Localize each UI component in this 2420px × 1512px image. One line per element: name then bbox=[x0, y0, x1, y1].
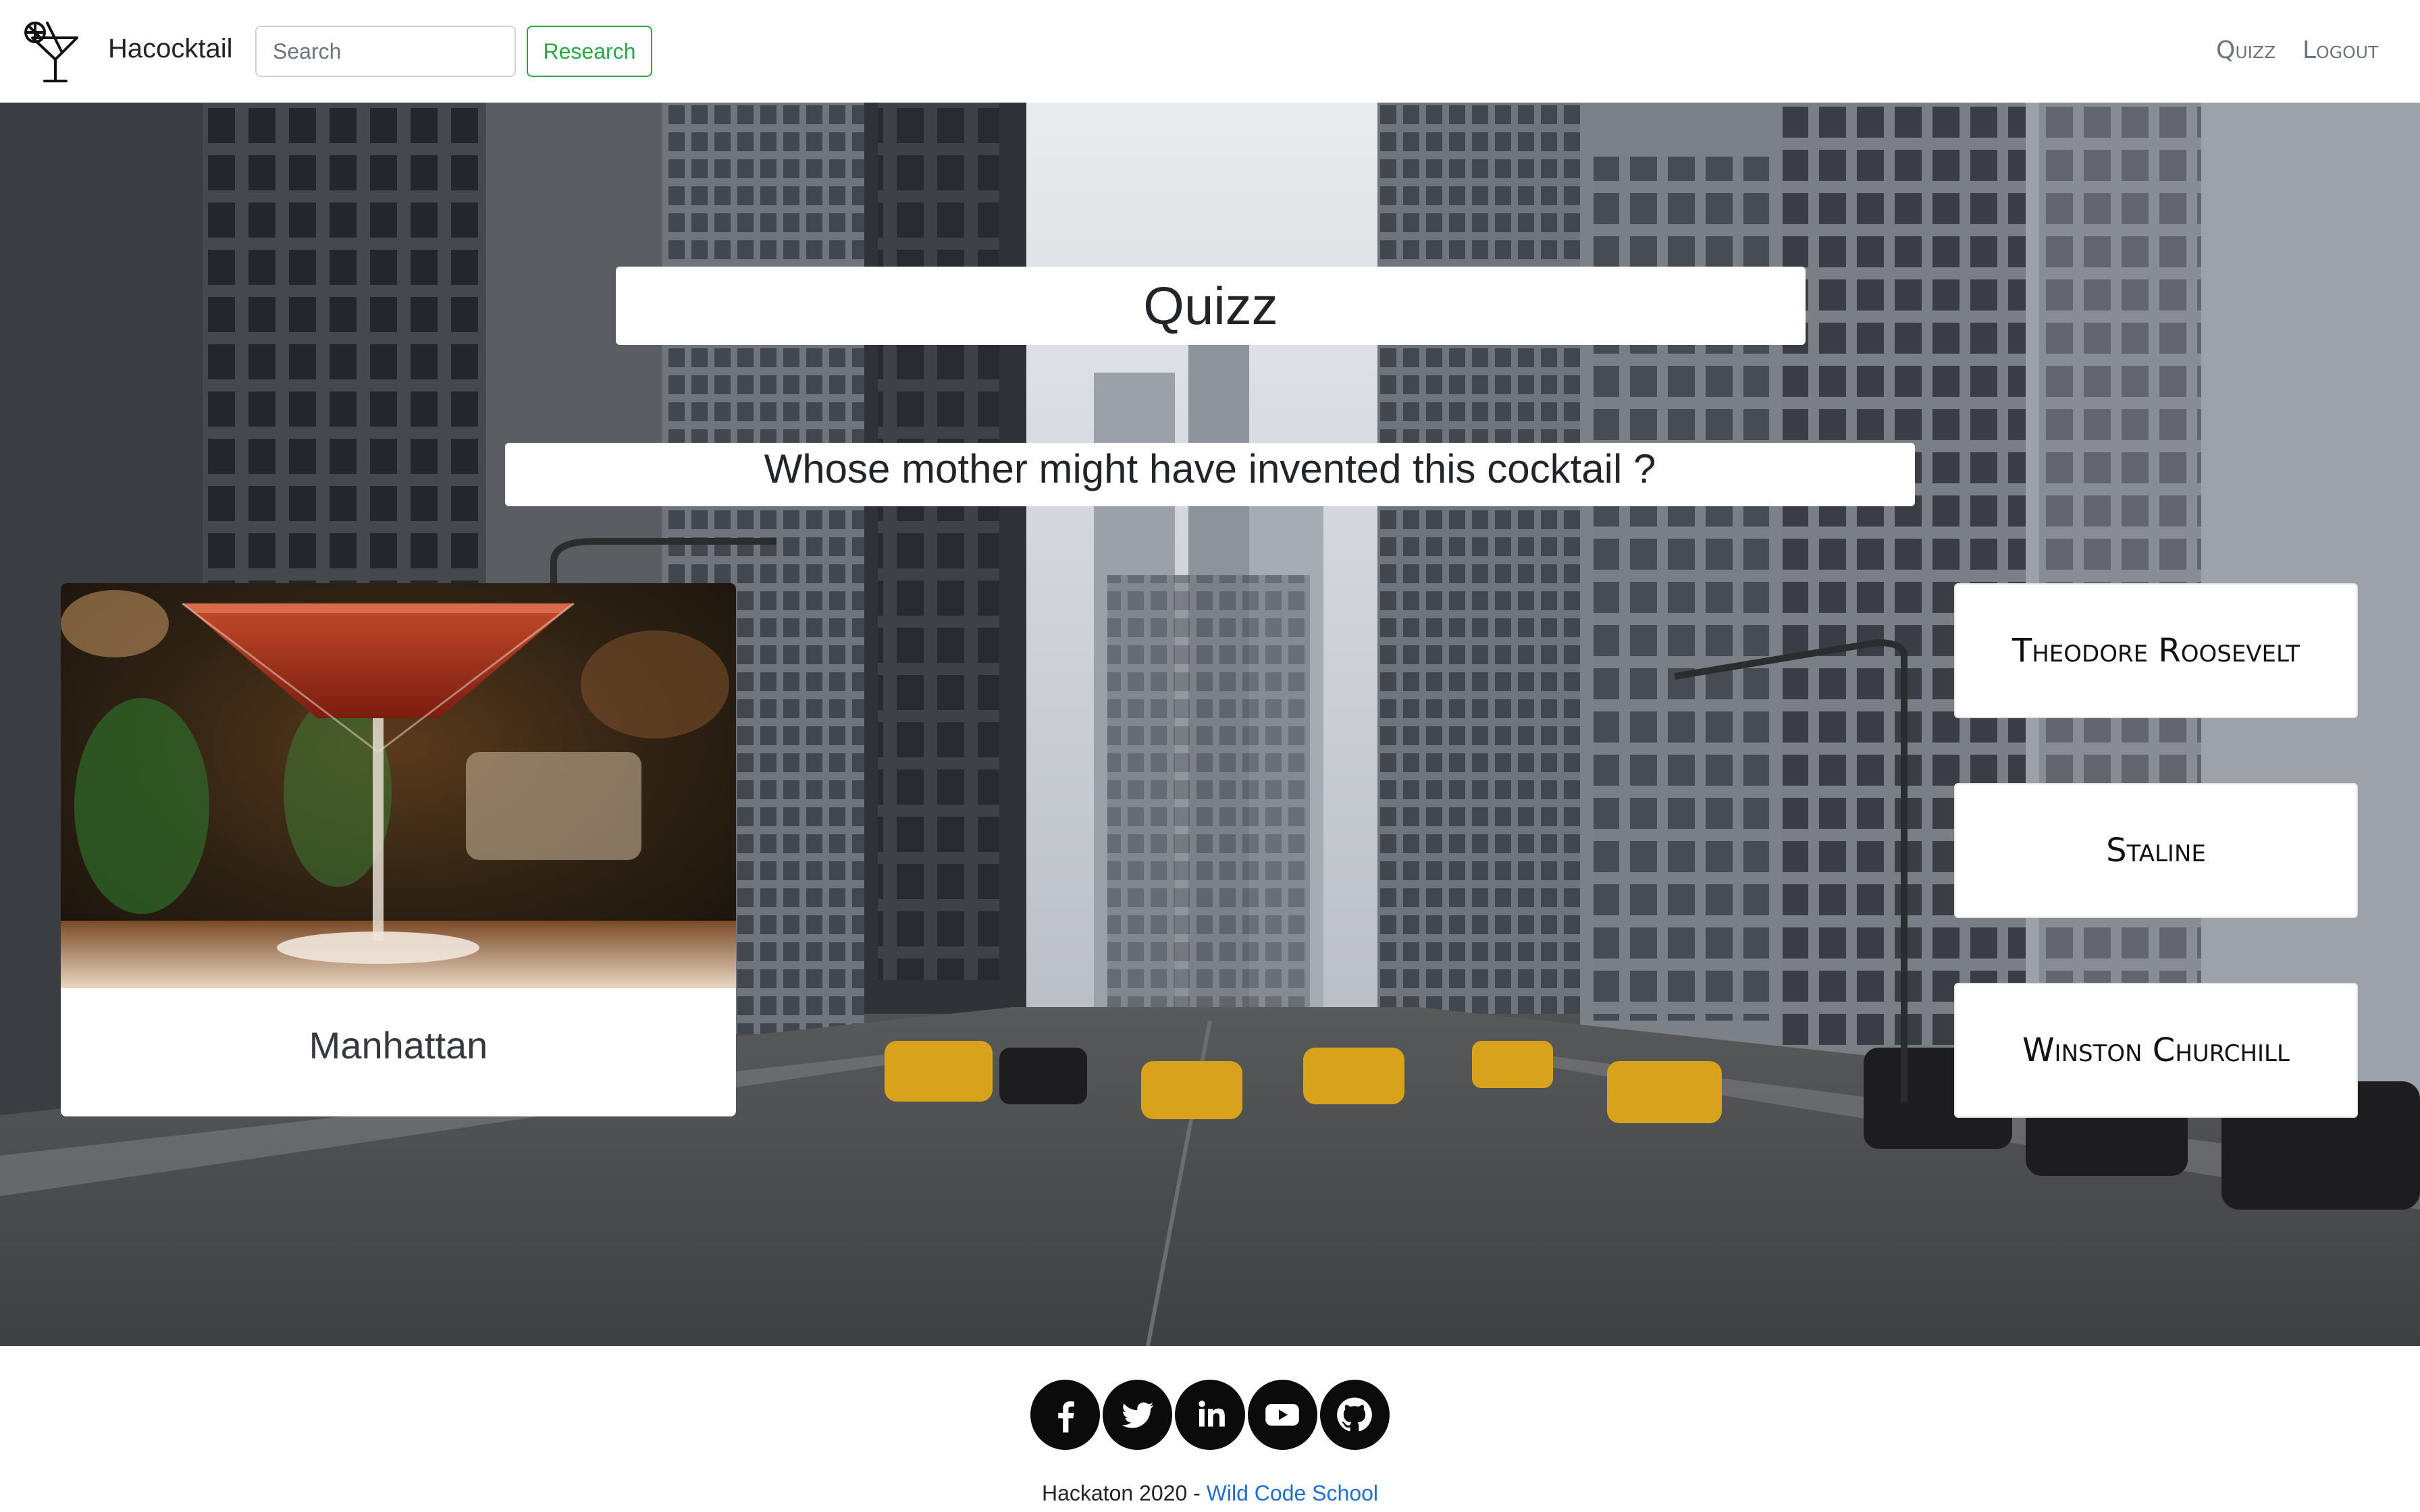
footer-copyright-prefix: Hackaton 2020 - bbox=[1041, 1481, 1207, 1505]
research-button[interactable]: Research bbox=[527, 26, 652, 77]
quizz-title-panel: Quizz bbox=[616, 267, 1806, 345]
brand-name[interactable]: Hacocktail bbox=[108, 31, 233, 66]
footer-copyright: Hackaton 2020 - Wild Code School bbox=[0, 1480, 2420, 1507]
answer-option-3[interactable]: Winston Churchill bbox=[1954, 983, 2358, 1118]
cocktail-card: Manhattan bbox=[61, 583, 736, 1116]
search-input[interactable] bbox=[255, 26, 516, 77]
cocktail-logo-icon[interactable] bbox=[20, 18, 82, 85]
linkedin-icon[interactable] bbox=[1175, 1380, 1245, 1450]
facebook-icon[interactable] bbox=[1030, 1380, 1101, 1450]
answer-option-1[interactable]: Theodore Roosevelt bbox=[1954, 583, 2358, 718]
answer-option-2[interactable]: Staline bbox=[1954, 783, 2358, 918]
nav-logout-link[interactable]: Logout bbox=[2303, 35, 2378, 66]
navbar: Hacocktail Research Quizz Logout bbox=[0, 0, 2420, 103]
twitter-icon[interactable] bbox=[1103, 1380, 1173, 1450]
question-text: Whose mother might have invented this co… bbox=[764, 446, 1656, 491]
cocktail-photo bbox=[61, 583, 736, 988]
cocktail-name: Manhattan bbox=[309, 1024, 488, 1066]
wild-code-school-link[interactable]: Wild Code School bbox=[1207, 1481, 1378, 1505]
quizz-title: Quizz bbox=[1143, 276, 1278, 335]
nav-quizz-link[interactable]: Quizz bbox=[2216, 35, 2276, 66]
footer: Hackaton 2020 - Wild Code School bbox=[0, 1346, 2420, 1512]
social-links bbox=[1030, 1380, 1390, 1450]
quiz-hero: Quizz Whose mother might have invented t… bbox=[0, 103, 2420, 1346]
github-icon[interactable] bbox=[1319, 1380, 1390, 1450]
question-panel: Whose mother might have invented this co… bbox=[505, 443, 1915, 506]
youtube-icon[interactable] bbox=[1247, 1380, 1317, 1450]
